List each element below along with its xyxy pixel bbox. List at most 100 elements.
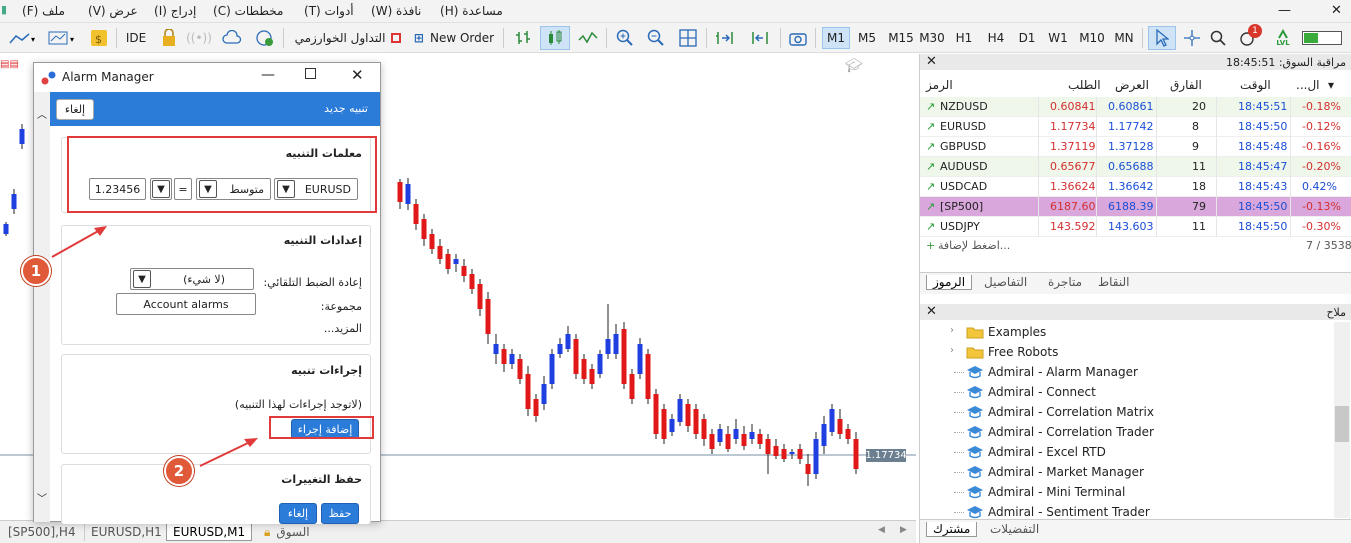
market-watch-row[interactable]: ↗ GBPUSD 1.37119 1.37128 9 18:45:48 -0.16% (920, 137, 1351, 157)
autoscroll-icon[interactable] (712, 26, 740, 50)
right-panel: مراقبة السوق: 18:45:51 ✕ ▾ ...ال الوقت ا… (919, 54, 1351, 543)
tf-d1[interactable]: D1 (1013, 27, 1041, 49)
candle-body (733, 429, 739, 439)
tab-favorites[interactable]: التفضيلات (990, 522, 1039, 536)
navigator-item[interactable]: Admiral - Alarm Manager (920, 362, 1332, 382)
navigator-item[interactable]: Admiral - Excel RTD (920, 442, 1332, 462)
navigator-item[interactable]: Admiral - Connect (920, 382, 1332, 402)
row-bid: 1.37119 (1050, 140, 1096, 153)
new-order-button[interactable]: ⊞ New Order (412, 26, 496, 50)
col-bid[interactable]: الطلب (1068, 78, 1101, 92)
tab-common[interactable]: مشترك (926, 522, 978, 537)
column-divider (1216, 217, 1217, 237)
column-divider (1290, 217, 1291, 237)
tab-symbols[interactable]: الرموز (926, 275, 973, 290)
add-symbol-row[interactable]: + اضغط لإضافة... 7 / 3538 (920, 236, 1351, 256)
tf-h4[interactable]: H4 (982, 27, 1010, 49)
tf-m15[interactable]: M15 (885, 27, 917, 49)
tf-m5[interactable]: M5 (853, 27, 881, 49)
candlestick-icon[interactable] (540, 26, 570, 50)
navigator-item[interactable]: Admiral - Correlation Trader (920, 422, 1332, 442)
row-change: -0.18% (1302, 100, 1341, 113)
arrow-2 (199, 441, 251, 467)
menu-help[interactable]: مساعدة (H) (440, 4, 503, 18)
chart-shift-icon[interactable] (745, 26, 773, 50)
cursor-icon[interactable] (1148, 26, 1176, 50)
candle-body (613, 334, 619, 354)
row-time: 18:45:50 (1238, 120, 1288, 133)
zoom-out-icon[interactable] (644, 26, 668, 50)
tree-line (954, 392, 964, 393)
tf-mn[interactable]: MN (1110, 27, 1138, 49)
col-change[interactable]: ...ال (1296, 78, 1320, 92)
market-watch-row[interactable]: ↗ USDCAD 1.36624 1.36642 18 18:45:43 0.42% (920, 177, 1351, 197)
close-icon[interactable]: ✕ (1331, 3, 1342, 18)
column-divider (1038, 97, 1039, 117)
navigator-tree: › Examples › Free Robots Admiral - Alarm Man… (920, 322, 1351, 520)
row-bid: 0.60841 (1050, 100, 1096, 113)
candle-body (725, 434, 731, 449)
search-icon[interactable] (1207, 26, 1229, 50)
tf-w1[interactable]: W1 (1044, 27, 1072, 49)
col-ask[interactable]: العرض (1115, 78, 1149, 92)
navigator-item-label: Examples (988, 325, 1047, 339)
chevron-right-icon[interactable]: › (950, 325, 954, 336)
tf-m1[interactable]: M1 (822, 27, 850, 49)
candle-body (557, 344, 563, 354)
zoom-in-icon[interactable] (613, 26, 637, 50)
row-time: 18:45:43 (1238, 180, 1288, 193)
market-watch-row[interactable]: ↗ USDJPY 143.592 143.603 11 18:45:50 -0.30% (920, 217, 1351, 237)
navigator-item[interactable]: Admiral - Correlation Matrix (920, 402, 1332, 422)
candle-body (629, 374, 635, 399)
navigator-item-label: Admiral - Connect (988, 385, 1096, 399)
candle-body (453, 259, 459, 264)
market-watch-row[interactable]: ↗ AUDUSD 0.65677 0.65688 11 18:45:47 -0.20% (920, 157, 1351, 177)
col-spread[interactable]: الفارق (1170, 78, 1202, 92)
market-watch-row[interactable]: ↗ [SP500] 6187.60 6188.39 79 18:45:50 -0.13% (920, 197, 1351, 217)
market-watch-row[interactable]: ↗ EURUSD 1.17734 1.17742 8 18:45:50 -0.12% (920, 117, 1351, 137)
tab-ticks[interactable]: النقاط (1098, 275, 1129, 289)
candle-body (477, 284, 483, 309)
navigator-item[interactable]: › Free Robots (920, 342, 1332, 362)
line-graph-icon[interactable] (575, 26, 601, 50)
scroll-thumb[interactable] (1335, 406, 1349, 442)
trend-up-icon: ↗ (926, 120, 936, 133)
scroll-right-icon[interactable]: ▶ (900, 525, 907, 535)
navigator-item[interactable]: Admiral - Market Manager (920, 462, 1332, 482)
row-bid: 1.17734 (1050, 120, 1096, 133)
callout-2: 2 (164, 456, 194, 486)
crosshair-icon[interactable] (1180, 26, 1204, 50)
chevron-right-icon[interactable]: › (950, 345, 954, 356)
candle-body (605, 339, 611, 354)
candle-body (437, 246, 443, 259)
navigator-scrollbar[interactable] (1334, 322, 1350, 518)
tab-details[interactable]: التفاصيل (984, 275, 1027, 289)
column-divider (1038, 137, 1039, 157)
bar-chart-icon[interactable] (510, 26, 536, 50)
navigator-item[interactable]: › Examples (920, 322, 1332, 342)
trend-up-icon: ↗ (926, 100, 936, 113)
navigator-item[interactable]: Admiral - Mini Terminal (920, 482, 1332, 502)
market-watch-row[interactable]: ↗ NZDUSD 0.60841 0.60861 20 18:45:51 -0.18% (920, 97, 1351, 117)
candle-body (661, 409, 667, 439)
col-symbol[interactable]: الرمز (926, 78, 953, 92)
tab-trading[interactable]: متاجرة (1048, 275, 1082, 289)
grid-icon[interactable] (676, 26, 700, 50)
sort-icon[interactable]: ▾ (1328, 78, 1334, 92)
folder-icon (966, 327, 984, 339)
tf-h1[interactable]: H1 (950, 27, 978, 49)
market-watch-tabs: الرموز التفاصيل متاجرة النقاط (920, 272, 1351, 294)
close-icon[interactable]: ✕ (926, 54, 937, 69)
plus-doc-icon: ⊞ (413, 31, 424, 45)
tf-m30[interactable]: M30 (917, 27, 947, 49)
notifications-icon[interactable]: 1 (1236, 24, 1262, 50)
tf-m10[interactable]: M10 (1077, 27, 1107, 49)
minimize-icon[interactable]: — (1278, 3, 1291, 18)
scroll-left-icon[interactable]: ◀ (878, 525, 885, 535)
close-icon[interactable]: ✕ (926, 304, 937, 319)
col-time[interactable]: الوقت (1240, 78, 1271, 92)
market-watch-columns: ▾ ...ال الوقت الفارق العرض الطلب الرمز (920, 74, 1351, 96)
level-indicator[interactable]: LVL (1270, 26, 1296, 50)
graduation-cap-icon[interactable]: 🎓︎ (845, 58, 863, 74)
screenshot-icon[interactable] (786, 26, 810, 50)
